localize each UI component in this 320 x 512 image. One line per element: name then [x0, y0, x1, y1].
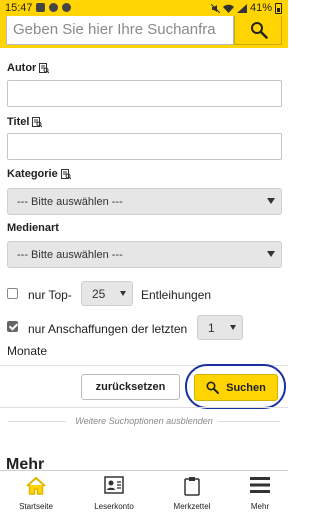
top-suffix-label: Entleihungen [141, 288, 212, 302]
index-lookup-icon[interactable] [39, 62, 50, 74]
tab-label: Mehr [250, 502, 270, 511]
bottom-tab-bar: Startseite Leserkonto Merkzettel Mehr [0, 470, 288, 512]
search-icon [206, 381, 220, 394]
search-icon [251, 22, 268, 39]
search-input[interactable]: Geben Sie hier Ihre Suchanfra [6, 16, 234, 45]
category-label-text: Kategorie [7, 168, 58, 180]
title-field[interactable] [7, 133, 282, 160]
wifi-icon [222, 4, 234, 13]
top-checkbox[interactable] [7, 288, 18, 299]
tab-label: Leserkonto [94, 502, 134, 511]
tab-mehr[interactable]: Mehr [224, 471, 296, 512]
title-label: Titel [7, 116, 43, 128]
title-label-text: Titel [7, 116, 30, 128]
author-label: Autor [7, 62, 50, 74]
account-icon [104, 476, 124, 494]
battery-icon [275, 2, 282, 14]
media-select-value: --- Bitte auswählen --- [17, 249, 123, 261]
media-label-text: Medienart [7, 222, 59, 234]
top-count-select[interactable]: 25 [81, 281, 133, 306]
status-time: 15:47 [5, 2, 33, 14]
tab-label: Merkzettel [173, 502, 211, 511]
index-lookup-icon[interactable] [32, 116, 43, 128]
tab-startseite[interactable]: Startseite [0, 471, 72, 512]
acquisitions-months-value: 1 [208, 321, 215, 335]
status-bar: 15:47 41% [0, 0, 288, 16]
home-icon [26, 476, 46, 495]
battery-percent: 41% [249, 2, 272, 14]
search-button[interactable]: Suchen [194, 374, 278, 401]
acquisitions-label: nur Anschaffungen der letzten [28, 322, 188, 336]
media-label: Medienart [7, 222, 59, 234]
tab-leserkonto[interactable]: Leserkonto [78, 471, 150, 512]
top-prefix-label: nur Top- [28, 288, 72, 302]
category-select[interactable]: --- Bitte auswählen --- [7, 188, 282, 215]
caret-down-icon [267, 251, 275, 257]
search-button-label: Suchen [226, 381, 266, 394]
top-count-value: 25 [92, 287, 106, 301]
clipboard-icon [184, 477, 200, 496]
reset-button[interactable]: zurücksetzen [81, 374, 180, 400]
tab-label: Startseite [19, 502, 53, 511]
author-field[interactable] [7, 80, 282, 107]
acquisitions-months-select[interactable]: 1 [197, 315, 243, 340]
acquisitions-checkbox[interactable] [7, 321, 18, 332]
caret-down-icon [120, 291, 126, 296]
mute-icon [210, 3, 220, 13]
index-lookup-icon[interactable] [60, 168, 71, 180]
app-icon [62, 3, 71, 12]
caret-down-icon [267, 198, 275, 204]
divider [0, 407, 288, 408]
category-select-value: --- Bitte auswählen --- [17, 196, 123, 208]
notification-icon [49, 3, 58, 12]
tab-merkzettel[interactable]: Merkzettel [156, 471, 228, 512]
category-label: Kategorie [7, 168, 71, 180]
author-label-text: Autor [7, 62, 37, 74]
months-label: Monate [7, 344, 48, 358]
divider [218, 421, 280, 422]
search-bar: Geben Sie hier Ihre Suchanfra [0, 16, 288, 48]
gallery-icon [36, 3, 45, 12]
signal-icon [236, 3, 247, 13]
caret-down-icon [230, 325, 236, 330]
menu-icon [250, 477, 270, 493]
search-submit-button[interactable] [234, 16, 282, 45]
media-select[interactable]: --- Bitte auswählen --- [7, 241, 282, 268]
